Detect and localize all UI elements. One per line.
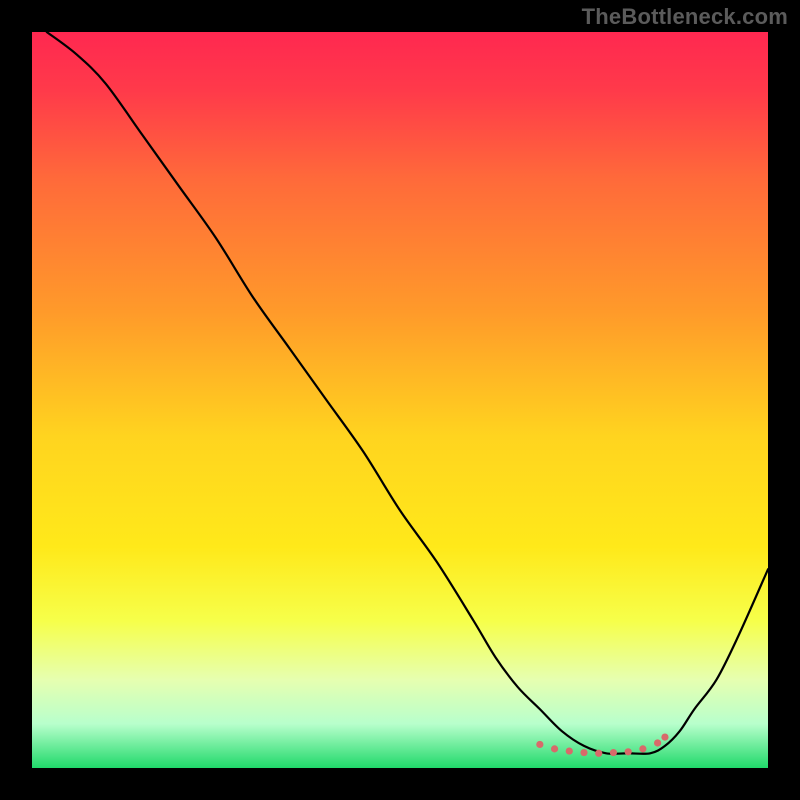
optimal-marker xyxy=(551,745,558,752)
chart-svg xyxy=(32,32,768,768)
optimal-marker xyxy=(639,745,646,752)
gradient-rect xyxy=(32,32,768,768)
optimal-marker xyxy=(610,749,617,756)
optimal-marker xyxy=(625,748,632,755)
optimal-marker xyxy=(580,749,587,756)
chart-frame: TheBottleneck.com xyxy=(0,0,800,800)
optimal-marker xyxy=(661,733,668,740)
plot-area xyxy=(32,32,768,768)
optimal-marker xyxy=(654,739,661,746)
optimal-marker xyxy=(536,741,543,748)
optimal-marker xyxy=(595,750,602,757)
optimal-marker xyxy=(566,747,573,754)
watermark-text: TheBottleneck.com xyxy=(582,4,788,30)
